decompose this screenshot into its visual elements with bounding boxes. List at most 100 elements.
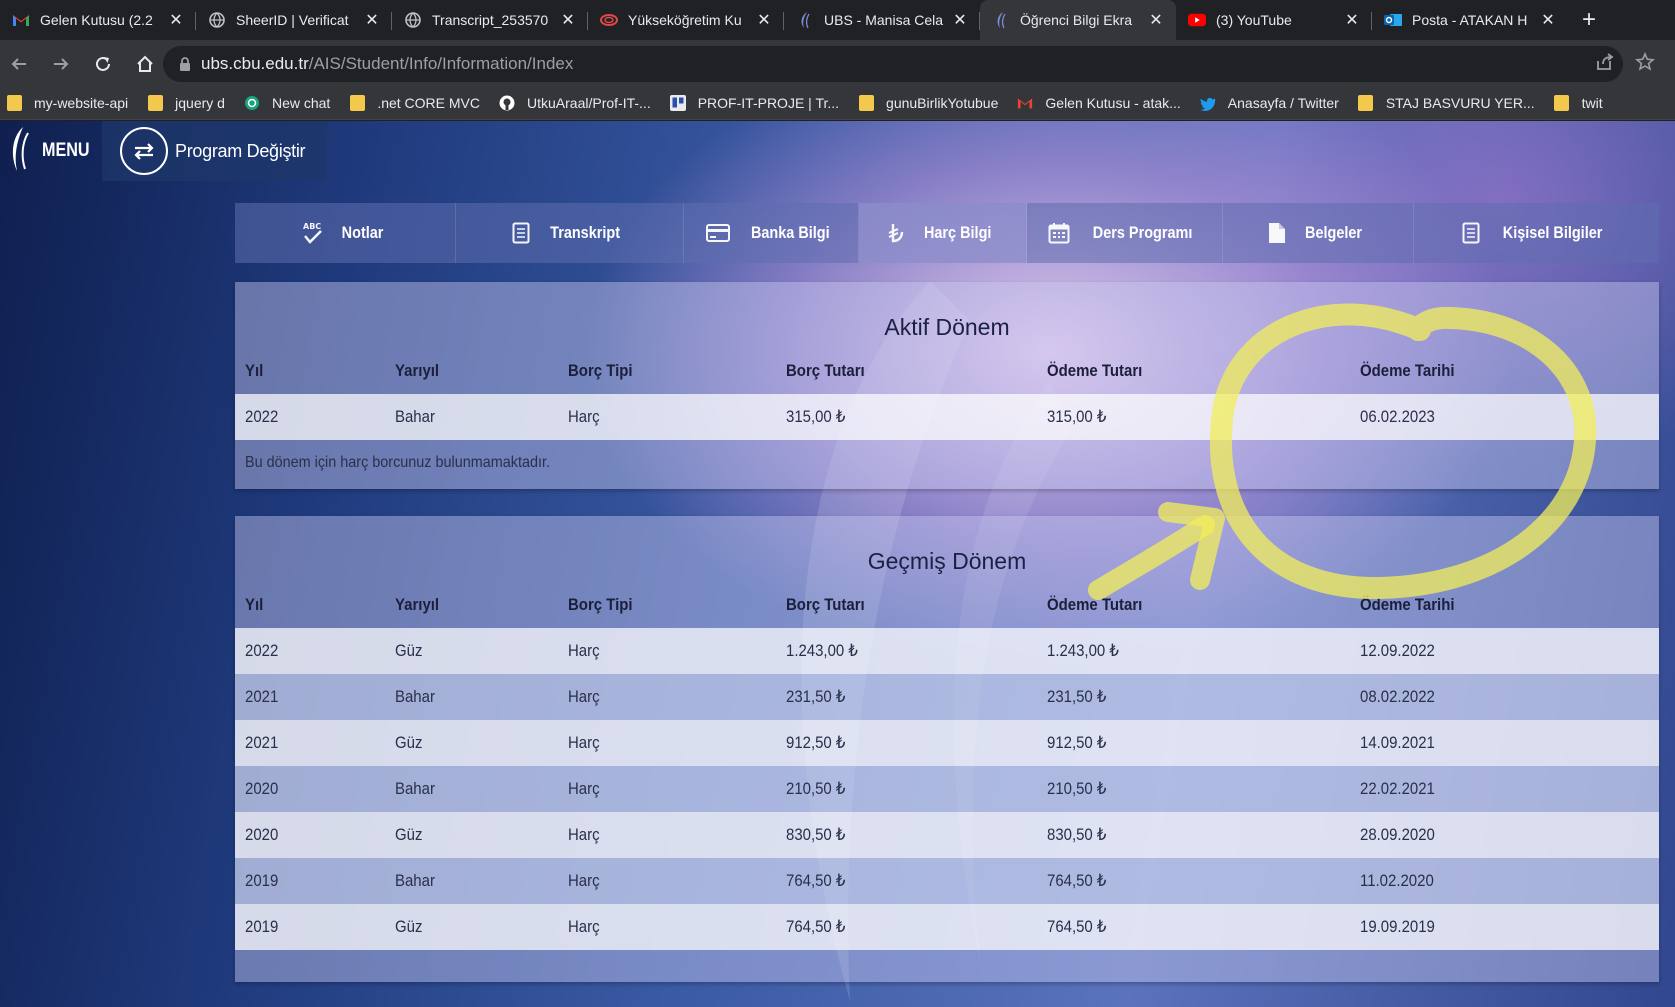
bookmark-item[interactable]: twit <box>1554 95 1603 111</box>
close-icon[interactable]: ✕ <box>168 10 184 30</box>
cell-semester: Güz <box>395 641 423 660</box>
column-header-debt-amount: Borç Tutarı <box>786 595 865 614</box>
browser-tab[interactable]: (3) YouTube ✕ <box>1176 0 1372 40</box>
cell-payment-amount: 830,50 ₺ <box>1047 825 1107 844</box>
close-icon[interactable]: ✕ <box>1540 10 1556 30</box>
close-icon[interactable]: ✕ <box>756 10 772 30</box>
bookmark-item[interactable]: Anasayfa / Twitter <box>1200 95 1339 111</box>
cell-semester: Bahar <box>395 407 435 426</box>
cell-payment-amount: 764,50 ₺ <box>1047 871 1107 890</box>
home-icon[interactable] <box>134 53 156 75</box>
close-icon[interactable]: ✕ <box>952 10 968 30</box>
globe-icon <box>404 11 422 29</box>
cell-semester: Bahar <box>395 687 435 706</box>
globe-icon <box>208 11 226 29</box>
bookmark-item[interactable]: New chat <box>244 95 330 111</box>
tab-label: Notlar <box>342 223 384 242</box>
close-icon[interactable]: ✕ <box>364 10 380 30</box>
cell-payment-date: 22.02.2021 <box>1360 779 1435 798</box>
menu-button[interactable]: MENU <box>0 121 102 181</box>
new-tab-button[interactable]: + <box>1582 0 1596 40</box>
address-bar[interactable]: ubs.cbu.edu.tr/AIS/Student/Info/Informat… <box>163 46 1623 82</box>
program-change-label: Program Değiştir <box>175 140 306 161</box>
cell-debt-type: Harç <box>568 917 600 936</box>
browser-tab[interactable]: Posta - ATAKAN H ✕ <box>1372 0 1568 40</box>
table-row: 2020 Güz Harç 830,50 ₺ 830,50 ₺ 28.09.20… <box>235 812 1659 858</box>
ubs-icon <box>796 11 814 29</box>
browser-tab[interactable]: Yükseköğretim Ku ✕ <box>588 0 784 40</box>
bookmark-label: New chat <box>271 95 331 111</box>
column-header-payment-date: Ödeme Tarihi <box>1360 595 1455 614</box>
close-icon[interactable]: ✕ <box>1148 10 1164 30</box>
bookmark-item[interactable]: Gelen Kutusu - atak... <box>1017 95 1181 111</box>
cell-debt-type: Harç <box>568 733 600 752</box>
trello-icon <box>669 95 686 111</box>
swap-arrows-icon <box>120 127 168 175</box>
browser-tab-active[interactable]: Öğrenci Bilgi Ekra ✕ <box>980 0 1176 40</box>
table-row: 2019 Güz Harç 764,50 ₺ 764,50 ₺ 19.09.20… <box>235 904 1659 950</box>
bookmark-item[interactable]: STAJ BASVURU YER... <box>1358 95 1535 111</box>
lock-icon[interactable] <box>179 56 191 72</box>
tab-belgeler[interactable]: Belgeler <box>1223 203 1414 263</box>
bookmark-label: STAJ BASVURU YER... <box>1385 95 1535 111</box>
tab-title: Öğrenci Bilgi Ekra <box>1020 12 1133 28</box>
cell-semester: Bahar <box>395 779 435 798</box>
cell-payment-date: 14.09.2021 <box>1360 733 1435 752</box>
ubs-icon <box>992 11 1010 29</box>
share-icon[interactable] <box>1595 52 1615 72</box>
table-row: 2020 Bahar Harç 210,50 ₺ 210,50 ₺ 22.02.… <box>235 766 1659 812</box>
page-content: MENU Program Değiştir ABC Notlar Transkr… <box>0 121 1675 1007</box>
bookmark-item[interactable]: gunuBirlikYotubue <box>858 95 998 111</box>
tab-notlar[interactable]: ABC Notlar <box>235 203 456 263</box>
bookmark-star-icon[interactable] <box>1635 52 1655 72</box>
close-icon[interactable]: ✕ <box>1344 10 1360 30</box>
browser-tab[interactable]: UBS - Manisa Cela ✕ <box>784 0 980 40</box>
tab-kisisel-bilgiler[interactable]: Kişisel Bilgiler <box>1414 203 1659 263</box>
document-list-icon <box>512 222 530 244</box>
program-change-button[interactable]: Program Değiştir <box>102 121 327 181</box>
tab-harc-bilgi[interactable]: Harç Bilgi <box>859 203 1027 263</box>
back-icon[interactable] <box>8 53 30 75</box>
cell-semester: Güz <box>395 733 423 752</box>
browser-tab[interactable]: Gelen Kutusu (2.2 ✕ <box>0 0 196 40</box>
university-logo-icon <box>8 125 32 178</box>
tab-banka-bilgi[interactable]: Banka Bilgi <box>684 203 859 263</box>
browser-tab[interactable]: Transcript_253570 ✕ <box>392 0 588 40</box>
column-header-payment-amount: Ödeme Tutarı <box>1047 595 1143 614</box>
column-header-semester: Yarıyıl <box>395 361 440 380</box>
bookmark-item[interactable]: .net CORE MVC <box>349 95 480 111</box>
forward-icon[interactable] <box>50 53 72 75</box>
credit-card-icon <box>705 224 730 242</box>
bookmark-item[interactable]: my-website-api <box>6 95 128 111</box>
browser-toolbar: ubs.cbu.edu.tr/AIS/Student/Info/Informat… <box>0 40 1675 87</box>
bookmark-label: UtkuAraal/Prof-IT-... <box>527 95 651 111</box>
active-term-title: Aktif Dönem <box>884 314 1010 340</box>
tab-label: Banka Bilgi <box>750 223 830 242</box>
cell-year: 2022 <box>245 641 279 660</box>
column-header-payment-date: Ödeme Tarihi <box>1360 361 1455 380</box>
column-header-debt-type: Borç Tipi <box>568 595 633 614</box>
cell-payment-date: 11.02.2020 <box>1360 871 1434 890</box>
cell-debt-type: Harç <box>568 407 600 426</box>
bookmark-label: my-website-api <box>34 95 129 111</box>
tab-transkript[interactable]: Transkript <box>456 203 684 263</box>
tab-title: Transcript_253570 <box>432 12 549 28</box>
cell-year: 2021 <box>245 733 279 752</box>
bookmark-item[interactable]: PROF-IT-PROJE | Tr... <box>669 95 839 111</box>
close-icon[interactable]: ✕ <box>560 10 576 30</box>
tab-label: Transkript <box>550 223 621 242</box>
column-header-semester: Yarıyıl <box>395 595 440 614</box>
bookmark-label: jquery d <box>175 95 225 111</box>
folder-icon <box>349 95 365 111</box>
cell-year: 2019 <box>245 871 279 890</box>
outlook-icon <box>1384 11 1402 29</box>
tab-ders-programi[interactable]: Ders Programı <box>1027 203 1223 263</box>
no-debt-message-text: Bu dönem için harç borcunuz bulunmamakta… <box>245 454 550 471</box>
table-row: 2021 Bahar Harç 231,50 ₺ 231,50 ₺ 08.02.… <box>235 674 1659 720</box>
browser-tab[interactable]: SheerID | Verificat ✕ <box>196 0 392 40</box>
gmail-icon <box>12 11 30 29</box>
bookmark-item[interactable]: UtkuAraal/Prof-IT-... <box>499 95 651 111</box>
bookmark-item[interactable]: jquery d <box>147 95 225 111</box>
gmail-icon <box>1017 95 1033 111</box>
reload-icon[interactable] <box>92 53 114 75</box>
